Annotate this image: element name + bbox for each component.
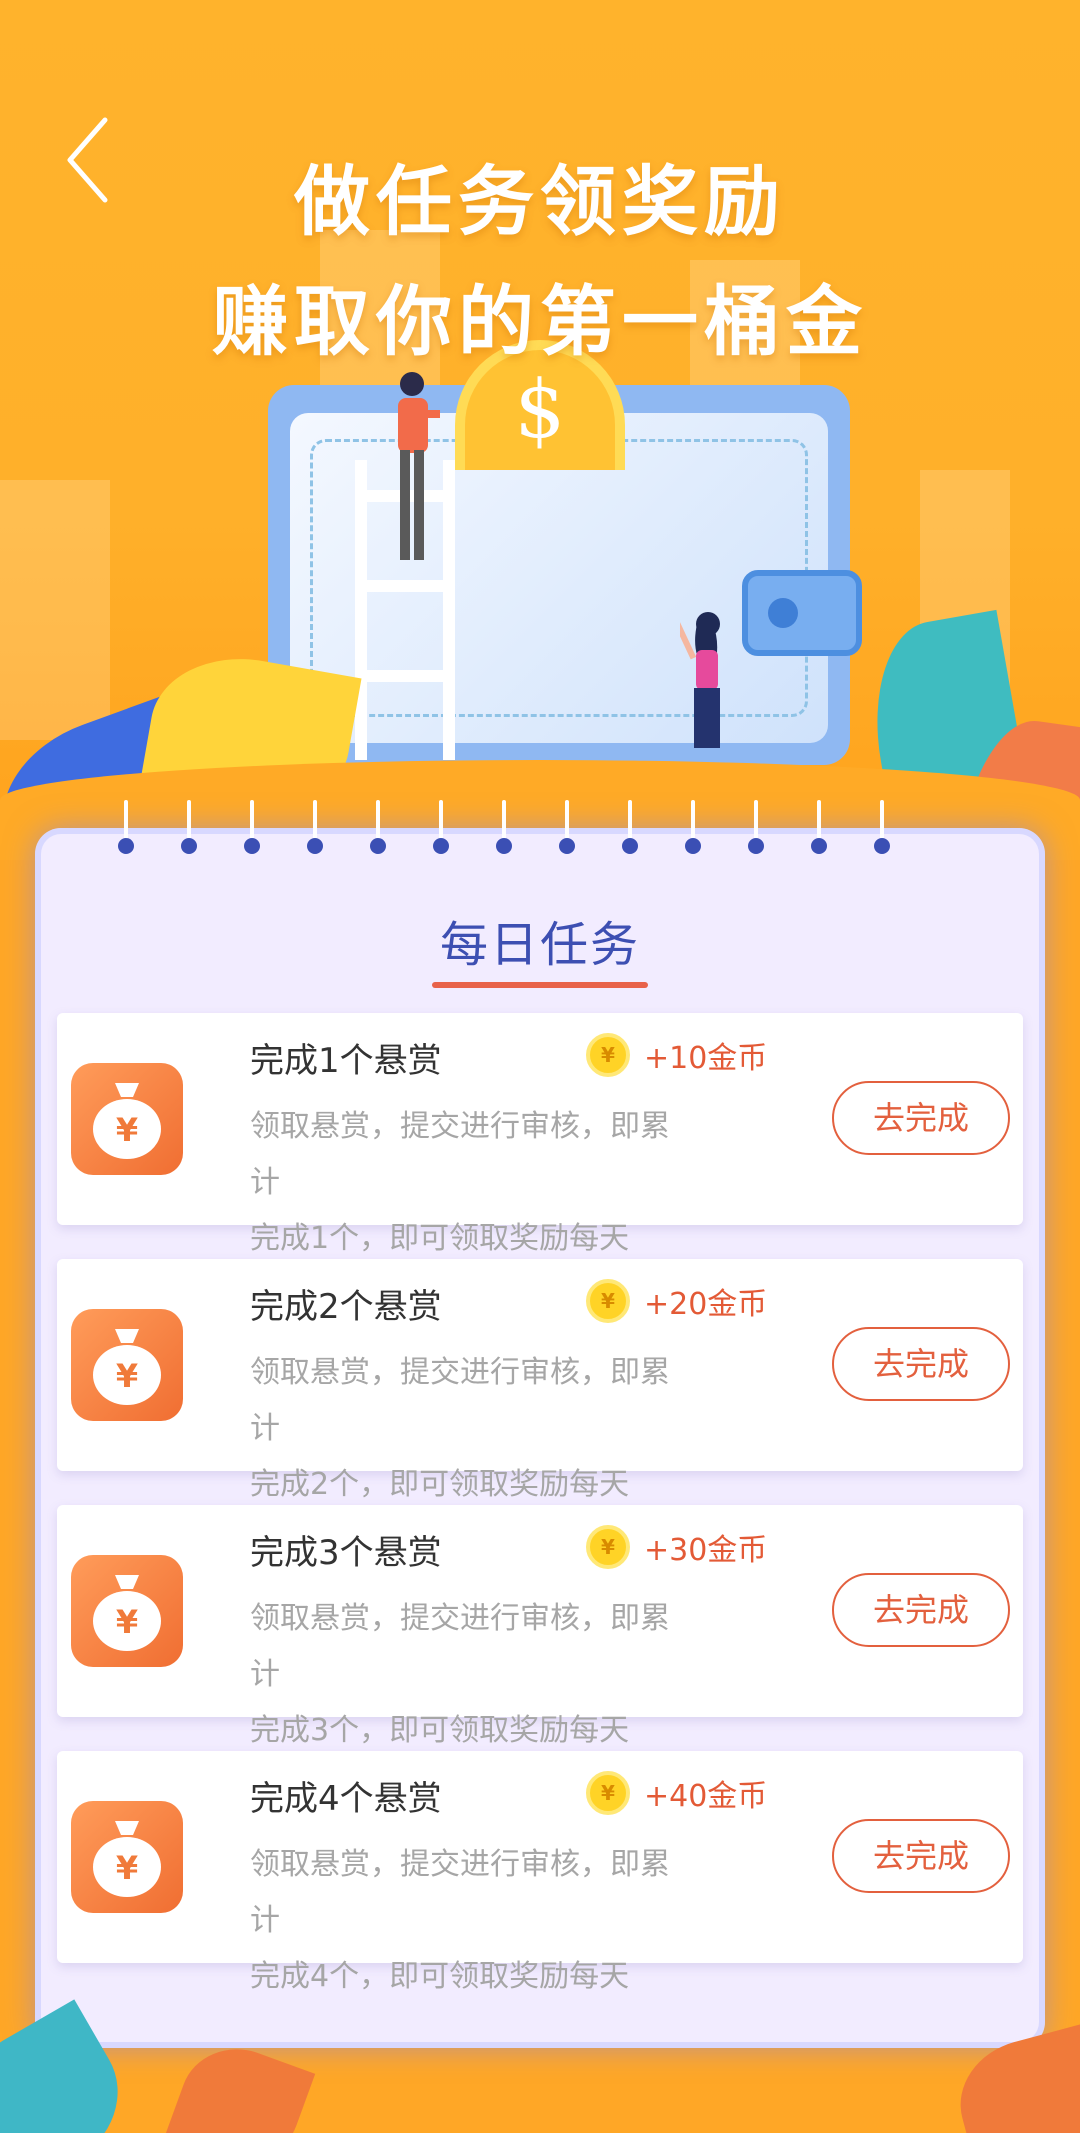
headline-line2: 赚取你的第一桶金 — [212, 277, 868, 366]
binder-ring — [685, 800, 701, 860]
coin-icon: ¥ — [586, 1525, 630, 1569]
money-bag-icon: ¥ — [71, 1555, 183, 1667]
headline-line1: 做任务领奖励 — [294, 157, 786, 246]
money-bag-icon: ¥ — [71, 1309, 183, 1421]
banner: $ 做任务领奖励 赚取你的第一桶金 — [0, 0, 1080, 860]
reward: ¥ +20金币 — [586, 1277, 767, 1325]
binder-ring — [622, 800, 638, 860]
task-description-line: 领取悬赏，提交进行审核，即累计 — [250, 1601, 670, 1692]
binder-ring — [874, 800, 890, 860]
complete-task-button[interactable]: 去完成 — [832, 1327, 1010, 1401]
binder-ring — [559, 800, 575, 860]
binder-ring — [370, 800, 386, 860]
binder-ring — [307, 800, 323, 860]
person-illustration — [398, 372, 440, 560]
task-description-line: 领取悬赏，提交进行审核，即累计 — [250, 1109, 670, 1200]
coin-icon: ¥ — [586, 1033, 630, 1077]
chevron-left-icon — [67, 117, 108, 203]
task-description-line: 领取悬赏，提交进行审核，即累计 — [250, 1355, 670, 1446]
svg-text:¥: ¥ — [116, 1849, 138, 1887]
task-description: 领取悬赏，提交进行审核，即累计 完成4个，即可领取奖励每天 — [250, 1837, 670, 2005]
section-title: 每日任务 — [439, 917, 640, 973]
reward-amount: +10金币 — [644, 1041, 768, 1076]
task-description-line: 完成4个，即可领取奖励每天 — [250, 1959, 630, 1994]
person-illustration — [680, 612, 720, 748]
complete-task-button[interactable]: 去完成 — [832, 1819, 1010, 1893]
task-item: ¥ 完成4个悬赏 ¥ +40金币 领取悬赏，提交进行审核，即累计 完成4个，即可… — [57, 1751, 1023, 1994]
title-underline — [432, 982, 648, 988]
reward: ¥ +30金币 — [586, 1523, 767, 1571]
money-bag-icon: ¥ — [71, 1801, 183, 1913]
binder-ring — [181, 800, 197, 860]
task-name: 完成3个悬赏 — [250, 1533, 442, 1573]
wallet-clip-illustration — [742, 570, 862, 656]
reward: ¥ +10金币 — [586, 1031, 767, 1079]
task-item: ¥ 完成1个悬赏 ¥ +10金币 领取悬赏，提交进行审核，即累计 完成1个，即可… — [57, 1013, 1023, 1256]
svg-text:¥: ¥ — [116, 1603, 138, 1641]
binder-ring — [433, 800, 449, 860]
money-bag-icon: ¥ — [71, 1063, 183, 1175]
task-description-line: 领取悬赏，提交进行审核，即累计 — [250, 1847, 670, 1938]
complete-task-button[interactable]: 去完成 — [832, 1081, 1010, 1155]
building-decoration — [0, 480, 110, 740]
svg-text:¥: ¥ — [116, 1357, 138, 1395]
task-description: 领取悬赏，提交进行审核，即累计 完成1个，即可领取奖励每天 — [250, 1099, 670, 1267]
task-name: 完成1个悬赏 — [250, 1041, 442, 1081]
binder-ring — [118, 800, 134, 860]
task-description: 领取悬赏，提交进行审核，即累计 完成2个，即可领取奖励每天 — [250, 1345, 670, 1513]
task-name: 完成4个悬赏 — [250, 1779, 442, 1819]
binder-ring — [244, 800, 260, 860]
coin-icon: ¥ — [586, 1771, 630, 1815]
reward-amount: +20金币 — [644, 1287, 768, 1322]
task-name: 完成2个悬赏 — [250, 1287, 442, 1327]
task-item: ¥ 完成2个悬赏 ¥ +20金币 领取悬赏，提交进行审核，即累计 完成2个，即可… — [57, 1259, 1023, 1502]
reward: ¥ +40金币 — [586, 1769, 767, 1817]
complete-task-button[interactable]: 去完成 — [832, 1573, 1010, 1647]
svg-text:¥: ¥ — [116, 1111, 138, 1149]
binder-ring — [811, 800, 827, 860]
reward-amount: +30金币 — [644, 1533, 768, 1568]
reward-amount: +40金币 — [644, 1779, 768, 1814]
back-button[interactable] — [60, 110, 120, 210]
task-description: 领取悬赏，提交进行审核，即累计 完成3个，即可领取奖励每天 — [250, 1591, 670, 1759]
binder-ring — [748, 800, 764, 860]
binder-ring — [496, 800, 512, 860]
task-item: ¥ 完成3个悬赏 ¥ +30金币 领取悬赏，提交进行审核，即累计 完成3个，即可… — [57, 1505, 1023, 1748]
coin-icon: ¥ — [586, 1279, 630, 1323]
